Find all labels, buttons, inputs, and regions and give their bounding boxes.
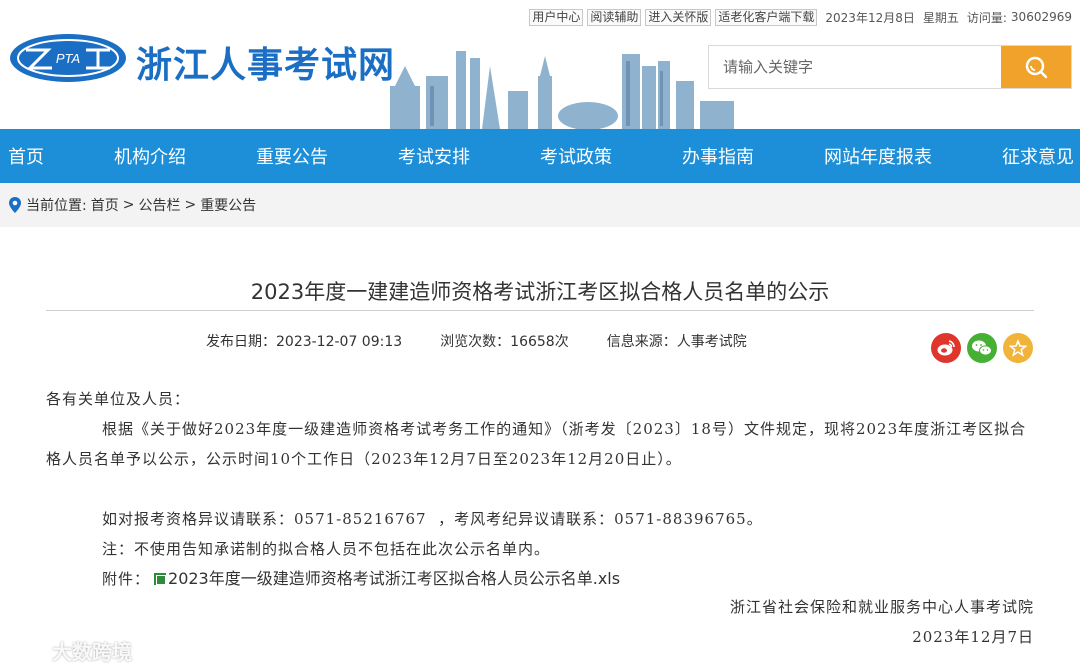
- visits-label: 访问量:: [966, 10, 1007, 25]
- breadcrumb: 当前位置: 首页 > 公告栏 > 重要公告: [0, 183, 1080, 227]
- breadcrumb-separator: >: [122, 197, 135, 213]
- search-box: [708, 45, 1072, 89]
- signature-org: 浙江省社会保险和就业服务中心人事考试院: [729, 598, 1034, 616]
- nav-home[interactable]: 首页: [8, 143, 44, 169]
- excel-file-icon: [154, 573, 167, 585]
- user-center-link[interactable]: 用户中心: [529, 8, 584, 26]
- watermark-text: 大数跨境: [52, 640, 132, 664]
- breadcrumb-label: 当前位置:: [26, 198, 87, 214]
- salutation: 各有关单位及人员：: [46, 390, 191, 408]
- site-header: PTA 浙江人事考试网: [0, 28, 1080, 129]
- info-source: 信息来源：人事考试院: [606, 334, 747, 350]
- article-title: 2023年度一建建造师资格考试浙江考区拟合格人员名单的公示: [250, 280, 830, 304]
- weibo-icon: [937, 340, 955, 356]
- nav-announcements[interactable]: 重要公告: [256, 143, 328, 169]
- note-paragraph: 注：不使用告知承诺制的拟合格人员不包括在此次公示名单内。: [102, 540, 551, 558]
- breadcrumb-bulletin[interactable]: 公告栏: [138, 195, 180, 215]
- nav-annual-report[interactable]: 网站年度报表: [824, 143, 932, 169]
- pta-logo[interactable]: PTA: [8, 32, 128, 84]
- share-buttons: [931, 333, 1033, 363]
- view-count: 浏览次数：16658次: [440, 334, 569, 350]
- search-icon: [1025, 56, 1048, 79]
- attachment-row: 附件： 2023年度一级建造师资格考试浙江考区拟合格人员公示名单.xls: [46, 564, 1034, 594]
- breadcrumb-home[interactable]: 首页: [91, 195, 119, 215]
- care-version-link[interactable]: 进入关怀版: [645, 8, 712, 26]
- visits-count: 30602969: [1010, 10, 1072, 24]
- top-utility-bar: 用户中心 阅读辅助 进入关怀版 适老化客户端下载 2023年12月8日 星期五 …: [529, 8, 1072, 26]
- favorite-button[interactable]: [1003, 333, 1033, 363]
- breadcrumb-separator: >: [184, 197, 197, 213]
- location-pin-icon: [9, 197, 21, 213]
- attachment-link[interactable]: 2023年度一级建造师资格考试浙江考区拟合格人员公示名单.xls: [168, 564, 620, 594]
- main-nav: 首页 机构介绍 重要公告 考试安排 考试政策 办事指南 网站年度报表 征求意见: [0, 129, 1080, 183]
- breadcrumb-announcements[interactable]: 重要公告: [200, 195, 256, 215]
- nav-exam-schedule[interactable]: 考试安排: [398, 143, 470, 169]
- article-meta: 发布日期：2023-12-07 09:13 浏览次数：16658次 信息来源：人…: [206, 331, 747, 351]
- share-wechat-button[interactable]: [967, 333, 997, 363]
- city-skyline-banner: [390, 51, 734, 129]
- elderly-client-download-link[interactable]: 适老化客户端下载: [715, 8, 818, 26]
- reading-assist-link[interactable]: 阅读辅助: [587, 8, 642, 26]
- watermark: 大数跨境: [8, 636, 132, 665]
- watermark-logo-icon: [10, 642, 45, 658]
- nav-service-guide[interactable]: 办事指南: [682, 143, 754, 169]
- star-icon: [1009, 339, 1027, 357]
- attachment-label: 附件：: [102, 570, 151, 588]
- nav-feedback[interactable]: 征求意见: [1002, 143, 1074, 169]
- contact-paragraph: 如对报考资格异议请联系：0571-85216767 ，考风考纪异议请联系：057…: [102, 510, 763, 528]
- article-body: 各有关单位及人员： 根据《关于做好2023年度一级建造师资格考试考务工作的通知》…: [46, 384, 1034, 594]
- current-date: 2023年12月8日: [825, 10, 915, 25]
- search-input[interactable]: [709, 46, 1001, 88]
- title-divider: [46, 310, 1034, 311]
- share-weibo-button[interactable]: [931, 333, 961, 363]
- search-button[interactable]: [1001, 46, 1071, 88]
- main-paragraph: 根据《关于做好2023年度一级建造师资格考试考务工作的通知》（浙考发〔2023〕…: [46, 420, 1027, 468]
- site-name: 浙江人事考试网: [136, 45, 396, 86]
- nav-exam-policy[interactable]: 考试政策: [540, 143, 612, 169]
- nav-about[interactable]: 机构介绍: [114, 143, 186, 169]
- current-weekday: 星期五: [922, 10, 959, 25]
- logo-text: PTA: [56, 51, 80, 66]
- wechat-icon: [972, 340, 992, 356]
- signature-date: 2023年12月7日: [912, 628, 1034, 646]
- publish-date: 发布日期：2023-12-07 09:13: [206, 334, 403, 350]
